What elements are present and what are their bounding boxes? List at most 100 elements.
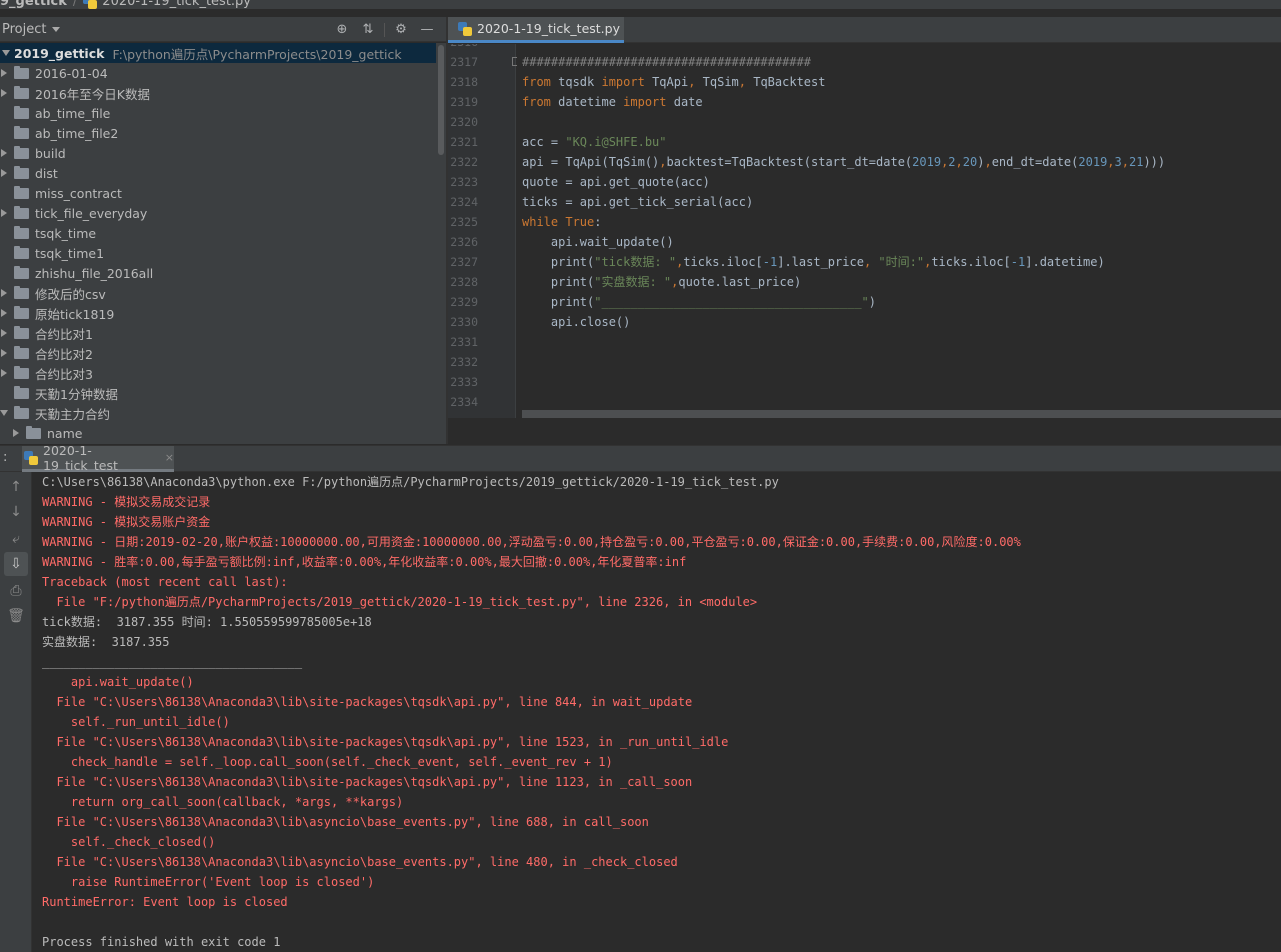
collapse-all-icon[interactable]: ⇅ [355, 17, 381, 42]
down-arrow-icon[interactable]: ↓ [4, 500, 28, 524]
expand-arrow-slot[interactable] [0, 329, 10, 337]
expand-arrow-slot[interactable] [0, 369, 10, 377]
chevron-down-icon[interactable] [52, 26, 61, 32]
scroll-to-end-icon[interactable]: ⇩ [4, 552, 28, 576]
expand-arrow-slot[interactable] [0, 209, 10, 217]
expand-arrow-slot[interactable] [0, 410, 10, 416]
gear-icon[interactable]: ⚙ [388, 17, 414, 42]
chevron-right-icon[interactable] [1, 149, 7, 157]
expand-arrow-slot[interactable] [0, 169, 10, 177]
code-token: TqSim [702, 75, 739, 89]
tree-item[interactable]: 天勤主力合约 [0, 403, 436, 423]
folder-icon [14, 245, 29, 259]
project-tree[interactable]: 2019_gettick F:\python遍历点\PycharmProject… [0, 43, 446, 444]
line-number: 2324 [450, 195, 478, 209]
tree-item[interactable]: 天勤1分钟数据 [0, 383, 436, 403]
tree-item[interactable]: zhishu_file_2016all [0, 263, 436, 283]
soft-wrap-icon[interactable]: ⤶ [4, 527, 28, 551]
code-token: "实盘数据: " [594, 275, 672, 289]
chevron-right-icon[interactable] [1, 289, 7, 297]
chevron-right-icon[interactable] [1, 369, 7, 377]
code-token: TqBacktest [753, 75, 826, 89]
code-token: ].last_price [777, 255, 864, 269]
editor-tab-label: 2020-1-19_tick_test.py [477, 21, 620, 36]
tree-item[interactable]: ab_time_file [0, 103, 436, 123]
code-token: ticks = api.get_tick_serial(acc) [522, 195, 754, 209]
chevron-right-icon[interactable] [1, 169, 7, 177]
console-error-line: raise RuntimeError('Event loop is closed… [42, 875, 375, 889]
expand-arrow-slot[interactable] [0, 89, 10, 97]
line-number: 2322 [450, 155, 478, 169]
close-icon[interactable]: × [165, 451, 174, 464]
run-console-output[interactable]: C:\Users\86138\Anaconda3\python.exe F:/p… [33, 472, 1281, 952]
expand-arrow-icon[interactable] [2, 50, 10, 56]
project-panel-actions: ⊕ ⇅ ⚙ — [329, 17, 440, 42]
project-panel-title[interactable]: Project [2, 22, 46, 37]
chevron-right-icon[interactable] [1, 69, 7, 77]
expand-arrow-slot[interactable] [0, 309, 10, 317]
console-error-line: RuntimeError: Event loop is closed [42, 895, 288, 909]
minimize-icon[interactable]: — [414, 17, 440, 42]
tree-item[interactable]: dist [0, 163, 436, 183]
chevron-right-icon[interactable] [13, 429, 19, 437]
tree-item-label: 合约比对2 [35, 346, 93, 362]
code-token: ticks.iloc[ [683, 255, 763, 269]
folder-icon [14, 125, 29, 139]
tree-item[interactable]: 修改后的csv [0, 283, 436, 303]
line-number: 2319 [450, 95, 478, 109]
expand-arrow-slot[interactable] [0, 289, 10, 297]
tree-item-label: 2016-01-04 [35, 65, 108, 81]
breadcrumb-project[interactable]: 9_gettick [0, 0, 67, 9]
tree-item[interactable]: tsqk_time [0, 223, 436, 243]
expand-arrow-slot[interactable] [0, 69, 10, 77]
tree-item[interactable]: 合约比对3 [0, 363, 436, 383]
folder-icon [14, 365, 29, 379]
locate-icon[interactable]: ⊕ [329, 17, 355, 42]
chevron-right-icon[interactable] [1, 329, 7, 337]
tree-item[interactable]: ab_time_file2 [0, 123, 436, 143]
tree-item[interactable]: build [0, 143, 436, 163]
up-arrow-icon[interactable]: ↑ [4, 475, 28, 499]
tree-item[interactable]: 原始tick1819 [0, 303, 436, 323]
code-token: 2019 [912, 155, 942, 169]
tree-item[interactable]: tsqk_time1 [0, 243, 436, 263]
code-token: , [738, 75, 754, 89]
tree-item[interactable]: name [0, 423, 436, 443]
print-icon[interactable]: ⎙ [4, 579, 28, 603]
chevron-right-icon[interactable] [1, 209, 7, 217]
editor-tab-active[interactable]: 2020-1-19_tick_test.py [448, 17, 624, 43]
console-error-line: File "C:\Users\86138\Anaconda3\lib\async… [42, 855, 678, 869]
code-token: api.wait_update() [522, 235, 674, 249]
chevron-right-icon[interactable] [1, 309, 7, 317]
code-token: , [955, 155, 963, 169]
expand-arrow-slot[interactable] [0, 149, 10, 157]
editor-horizontal-scrollbar[interactable] [522, 410, 1281, 418]
tree-item[interactable]: 合约比对1 [0, 323, 436, 343]
line-number: 2331 [450, 335, 478, 349]
tree-item[interactable]: tick_file_everyday [0, 203, 436, 223]
console-error-line: self._run_until_idle() [42, 715, 230, 729]
tree-item[interactable]: 合约比对2 [0, 343, 436, 363]
chevron-down-icon[interactable] [0, 410, 8, 416]
project-panel-header: Project ⊕ ⇅ ⚙ — [0, 17, 446, 42]
code-token: "____________________________________" [594, 295, 869, 309]
tree-item[interactable]: miss_contract [0, 183, 436, 203]
expand-arrow-slot[interactable] [10, 429, 22, 437]
tree-item[interactable]: 2016-01-04 [0, 63, 436, 83]
code-line: print("实盘数据: ",quote.last_price) [522, 272, 801, 292]
tree-root[interactable]: 2019_gettick F:\python遍历点\PycharmProject… [0, 43, 436, 63]
run-tab[interactable]: 2020-1-19_tick_test × [22, 443, 174, 473]
trash-icon[interactable]: 🗑 [4, 604, 28, 628]
code-token: from [522, 75, 559, 89]
expand-arrow-slot[interactable] [0, 349, 10, 357]
tree-scrollbar[interactable] [438, 45, 444, 155]
chevron-right-icon[interactable] [1, 349, 7, 357]
chevron-right-icon[interactable] [1, 89, 7, 97]
breadcrumb-file[interactable]: 2020-1-19_tick_test.py [83, 0, 251, 9]
code-token: ######################################## [522, 55, 811, 69]
code-token: , [1107, 155, 1115, 169]
console-error-line: File "C:\Users\86138\Anaconda3\lib\site-… [42, 775, 693, 789]
code-editor[interactable]: ########################################… [517, 44, 1281, 410]
tree-item-label: 修改后的csv [35, 286, 106, 302]
tree-item[interactable]: 2016年至今日K数据 [0, 83, 436, 103]
